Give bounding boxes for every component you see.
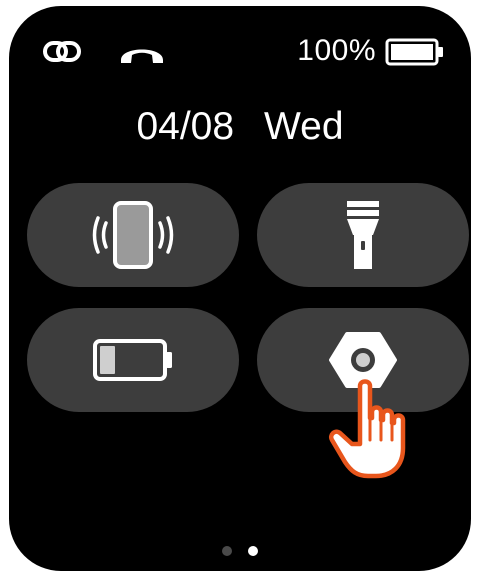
power-saving-button[interactable] <box>27 308 239 412</box>
page-dot-2[interactable] <box>248 546 258 556</box>
page-dot-1[interactable] <box>222 546 232 556</box>
battery-low-icon <box>93 339 172 381</box>
flashlight-button[interactable] <box>257 183 469 287</box>
watch-screen: 100% 04/08 Wed <box>9 6 471 571</box>
date-day-month: 04/08 <box>136 105 235 148</box>
status-bar: 100% <box>9 6 471 96</box>
page-indicator <box>9 546 471 556</box>
date-display: 04/08 Wed <box>9 103 471 151</box>
date-weekday: Wed <box>264 105 344 148</box>
flashlight-icon <box>347 201 379 269</box>
link-icon <box>43 41 81 62</box>
battery-full-icon <box>385 38 443 66</box>
vibrate-toggle-button[interactable] <box>27 183 239 287</box>
battery-percentage: 100% <box>297 34 376 67</box>
phone-vibrate-icon <box>92 201 174 269</box>
tap-hand-icon <box>329 379 406 479</box>
phone-hangup-icon <box>121 49 163 63</box>
